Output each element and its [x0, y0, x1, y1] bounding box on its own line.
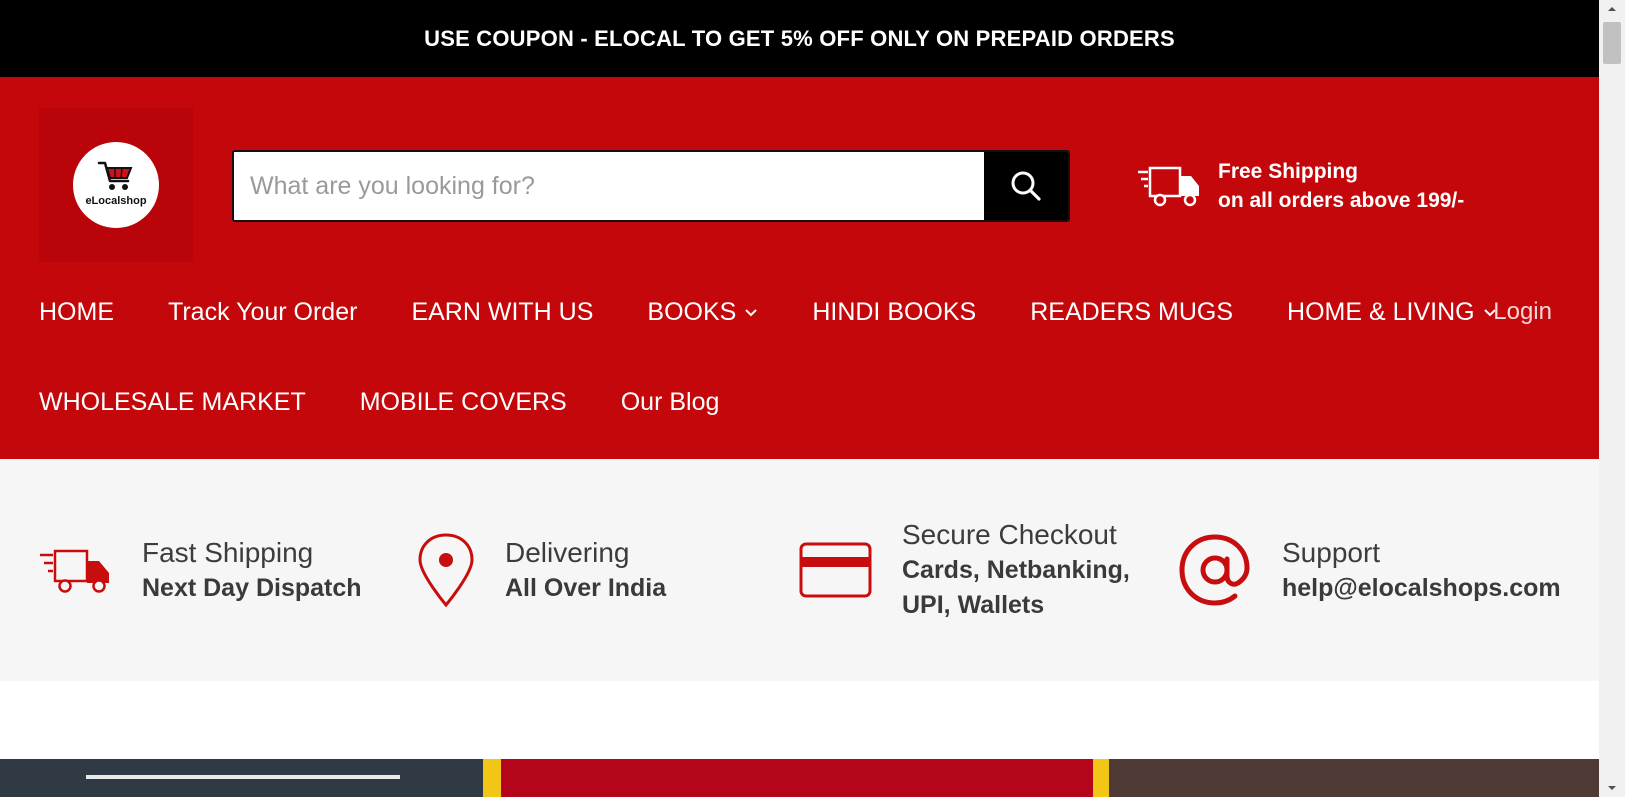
nav-item-home-living[interactable]: HOME & LIVING	[1287, 298, 1497, 327]
search-input[interactable]	[234, 152, 984, 220]
nav-label: WHOLESALE MARKET	[39, 387, 306, 416]
search-icon	[1011, 171, 1041, 201]
banner-divider	[483, 759, 501, 797]
nav-label: EARN WITH US	[411, 297, 594, 326]
feature-text: Support help@elocalshops.com	[1282, 535, 1561, 606]
nav-row-secondary: WHOLESALE MARKET MOBILE COVERS Our Blog	[0, 357, 1599, 447]
main-navigation: HOME Track Your Order EARN WITH US BOOKS…	[0, 267, 1599, 447]
feature-title: Delivering	[505, 536, 630, 568]
page: USE COUPON - ELOCAL TO GET 5% OFF ONLY O…	[0, 0, 1599, 797]
nav-item-readers-mugs[interactable]: READERS MUGS	[1030, 298, 1233, 327]
site-logo[interactable]: eLocalshop	[39, 108, 193, 262]
logo-text: eLocalshop	[85, 195, 147, 207]
hero-banner-strip[interactable]	[0, 759, 1599, 797]
nav-item-track-order[interactable]: Track Your Order	[168, 298, 357, 327]
free-shipping-promo: Free Shipping on all orders above 199/-	[1136, 157, 1464, 215]
feature-delivering: Delivering All Over India	[417, 459, 666, 681]
feature-secure-checkout: Secure Checkout Cards, Netbanking, UPI, …	[799, 459, 1130, 681]
feature-title: Fast Shipping	[142, 536, 314, 568]
nav-label: HINDI BOOKS	[812, 297, 977, 326]
search-button[interactable]	[984, 152, 1068, 220]
nav-label: BOOKS	[647, 297, 737, 326]
feature-subtitle: Next Day Dispatch	[142, 573, 362, 602]
feature-text: Fast Shipping Next Day Dispatch	[142, 535, 362, 606]
nav-label: Track Your Order	[168, 297, 358, 326]
feature-title: Secure Checkout	[902, 519, 1117, 550]
announcement-text: USE COUPON - ELOCAL TO GET 5% OFF ONLY O…	[424, 25, 1175, 51]
support-email[interactable]: help@elocalshops.com	[1282, 571, 1561, 606]
nav-item-home[interactable]: HOME	[39, 298, 114, 327]
banner-divider	[1093, 759, 1109, 797]
shopping-cart-icon	[97, 161, 133, 190]
banner-slide-image	[501, 759, 1093, 797]
nav-label: HOME	[39, 297, 114, 326]
free-shipping-title: Free Shipping	[1218, 160, 1359, 183]
at-sign-icon	[1179, 534, 1250, 606]
logo-badge: eLocalshop	[73, 142, 159, 228]
login-link[interactable]: Login	[1493, 267, 1552, 357]
nav-label: Our Blog	[620, 387, 720, 416]
features-strip: Fast Shipping Next Day Dispatch Deliveri…	[0, 459, 1599, 681]
credit-card-icon	[799, 542, 872, 598]
feature-subtitle: All Over India	[505, 573, 667, 602]
scroll-up-arrow-icon[interactable]	[1599, 0, 1625, 18]
login-label: Login	[1493, 298, 1552, 325]
scrollbar-thumb[interactable]	[1603, 22, 1621, 64]
nav-item-our-blog[interactable]: Our Blog	[621, 388, 720, 417]
feature-fast-shipping: Fast Shipping Next Day Dispatch	[39, 459, 362, 681]
delivery-truck-icon	[40, 549, 109, 593]
announcement-bar: USE COUPON - ELOCAL TO GET 5% OFF ONLY O…	[0, 0, 1599, 77]
feature-text: Delivering All Over India	[505, 535, 666, 606]
banner-slide-image	[0, 759, 483, 797]
feature-title: Support	[1282, 536, 1381, 568]
nav-item-hindi-books[interactable]: HINDI BOOKS	[812, 298, 976, 327]
feature-support: Support help@elocalshops.com	[1178, 459, 1561, 681]
nav-label: MOBILE COVERS	[359, 387, 567, 416]
scroll-down-arrow-icon[interactable]	[1599, 779, 1625, 797]
chevron-down-icon	[745, 309, 758, 317]
vertical-scrollbar[interactable]	[1599, 0, 1625, 797]
nav-item-books[interactable]: BOOKS	[647, 298, 758, 327]
feature-subtitle: UPI, Wallets	[902, 591, 1045, 619]
nav-item-wholesale-market[interactable]: WHOLESALE MARKET	[39, 388, 306, 417]
delivery-truck-icon	[1138, 166, 1199, 207]
feature-text: Secure Checkout Cards, Netbanking, UPI, …	[902, 517, 1130, 623]
banner-slide-image	[1109, 759, 1599, 797]
site-header: eLocalshop Free Sh	[0, 77, 1599, 459]
nav-item-mobile-covers[interactable]: MOBILE COVERS	[360, 388, 567, 417]
slider-indicator	[86, 775, 400, 779]
nav-item-earn-with-us[interactable]: EARN WITH US	[411, 298, 593, 327]
nav-label: READERS MUGS	[1030, 297, 1234, 326]
nav-label: HOME & LIVING	[1287, 297, 1475, 326]
feature-subtitle: Cards, Netbanking,	[902, 556, 1130, 584]
search-bar	[232, 150, 1070, 222]
location-pin-icon	[418, 533, 474, 608]
free-shipping-text: Free Shipping on all orders above 199/-	[1218, 157, 1464, 215]
nav-row-primary: HOME Track Your Order EARN WITH US BOOKS…	[0, 267, 1599, 357]
free-shipping-subtitle: on all orders above 199/-	[1218, 189, 1465, 212]
